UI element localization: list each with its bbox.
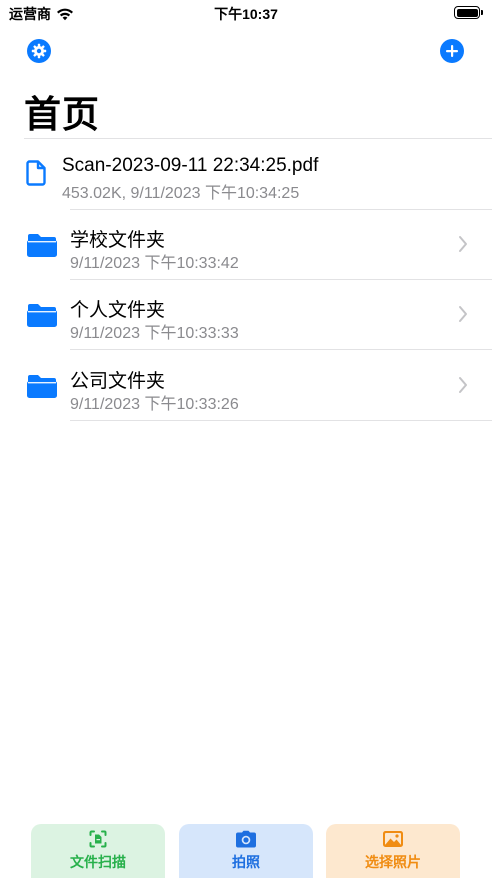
chevron-right-icon: [459, 377, 467, 393]
folder-name: 公司文件夹: [70, 371, 166, 392]
camera-label: 拍照: [232, 854, 260, 870]
camera-icon: [236, 830, 256, 848]
settings-button[interactable]: [27, 39, 51, 63]
list-item-folder[interactable]: 公司文件夹 9/11/2023 下午10:33:26: [0, 351, 492, 421]
folder-icon: [27, 234, 57, 257]
scan-document-button[interactable]: 文件扫描: [31, 824, 165, 878]
plus-circle-icon: [446, 45, 458, 57]
list-item-file[interactable]: Scan-2023-09-11 22:34:25.pdf 453.02K, 9/…: [0, 140, 492, 210]
document-icon: [26, 160, 46, 186]
folder-name: 学校文件夹: [70, 230, 166, 251]
chevron-right-icon: [459, 236, 467, 252]
chevron-right-icon: [459, 306, 467, 322]
pick-photo-button[interactable]: 选择照片: [326, 824, 460, 878]
folder-name: 个人文件夹: [70, 300, 166, 321]
folder-icon: [27, 304, 57, 327]
folder-meta: 9/11/2023 下午10:33:42: [70, 255, 239, 272]
camera-button[interactable]: 拍照: [179, 824, 313, 878]
gear-icon: [31, 43, 47, 59]
file-name: Scan-2023-09-11 22:34:25.pdf: [62, 155, 319, 176]
scan-icon: [89, 830, 107, 848]
status-time: 下午10:37: [214, 6, 278, 22]
file-meta: 453.02K, 9/11/2023 下午10:34:25: [62, 185, 300, 202]
list-item-folder[interactable]: 学校文件夹 9/11/2023 下午10:33:42: [0, 210, 492, 280]
folder-meta: 9/11/2023 下午10:33:33: [70, 325, 239, 342]
home-screen: 运营商 下午10:37 首页 Scan-2023-09-11 22:34:25.…: [0, 0, 492, 878]
folder-icon: [27, 375, 57, 398]
battery-icon: [454, 6, 483, 19]
page-title: 首页: [24, 94, 100, 135]
divider: [24, 138, 492, 139]
folder-meta: 9/11/2023 下午10:33:26: [70, 396, 239, 413]
add-button[interactable]: [440, 39, 464, 63]
row-divider: [70, 420, 492, 421]
scan-label: 文件扫描: [70, 854, 126, 870]
photo-icon: [383, 831, 403, 847]
row-divider: [70, 349, 492, 350]
pick-photo-label: 选择照片: [365, 854, 421, 870]
status-bar: 运营商 下午10:37: [0, 0, 492, 26]
list-item-folder[interactable]: 个人文件夹 9/11/2023 下午10:33:33: [0, 280, 492, 350]
